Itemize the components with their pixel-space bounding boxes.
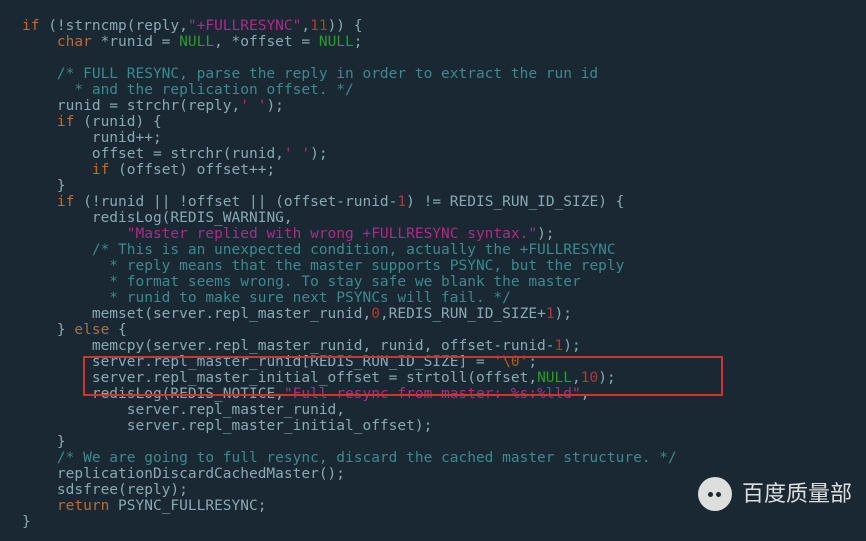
code-line: }	[22, 514, 31, 530]
code-line: server.repl_master_runid,	[127, 402, 345, 418]
code-comment: * runid to make sure next PSYNCs will fa…	[22, 290, 511, 306]
code-line: server.repl_master_initial_offset = strt…	[92, 370, 616, 386]
code-line: if (!strncmp(reply,"+FULLRESYNC",11)) {	[22, 18, 363, 34]
code-line: } else {	[57, 322, 127, 338]
code-line: }	[57, 178, 66, 194]
code-line: if (offset) offset++;	[92, 162, 275, 178]
code-line: runid = strchr(reply,' ');	[57, 98, 284, 114]
code-line: server.repl_master_runid[REDIS_RUN_ID_SI…	[92, 354, 537, 370]
code-comment: * and the replication offset. */	[22, 82, 354, 98]
watermark: 百度质量部	[698, 477, 852, 511]
code-line: if (!runid || !offset || (offset-runid-1…	[57, 194, 624, 210]
code-line: server.repl_master_initial_offset);	[127, 418, 433, 434]
code-comment: /* We are going to full resync, discard …	[57, 450, 677, 466]
wechat-icon	[698, 477, 732, 511]
code-line: char *runid = NULL, *offset = NULL;	[57, 34, 363, 50]
code-block: if (!strncmp(reply,"+FULLRESYNC",11)) { …	[0, 0, 866, 530]
code-line: return PSYNC_FULLRESYNC;	[57, 498, 267, 514]
code-line: redisLog(REDIS_NOTICE,"Full resync from …	[92, 386, 590, 402]
code-line: offset = strchr(runid,' ');	[92, 146, 328, 162]
code-line: memset(server.repl_master_runid,0,REDIS_…	[92, 306, 572, 322]
code-comment: * reply means that the master supports P…	[22, 258, 624, 274]
code-comment: /* This is an unexpected condition, actu…	[92, 242, 616, 258]
code-comment: * format seems wrong. To stay safe we bl…	[22, 274, 581, 290]
code-line: }	[57, 434, 66, 450]
watermark-text: 百度质量部	[742, 486, 852, 502]
code-line: "Master replied with wrong +FULLRESYNC s…	[127, 226, 555, 242]
code-line: memcpy(server.repl_master_runid, runid, …	[92, 338, 581, 354]
code-line: if (runid) {	[57, 114, 162, 130]
code-line: replicationDiscardCachedMaster();	[57, 466, 345, 482]
code-line: sdsfree(reply);	[57, 482, 188, 498]
code-line: redisLog(REDIS_WARNING,	[92, 210, 293, 226]
code-line: runid++;	[92, 130, 162, 146]
code-comment: /* FULL RESYNC, parse the reply in order…	[57, 66, 598, 82]
